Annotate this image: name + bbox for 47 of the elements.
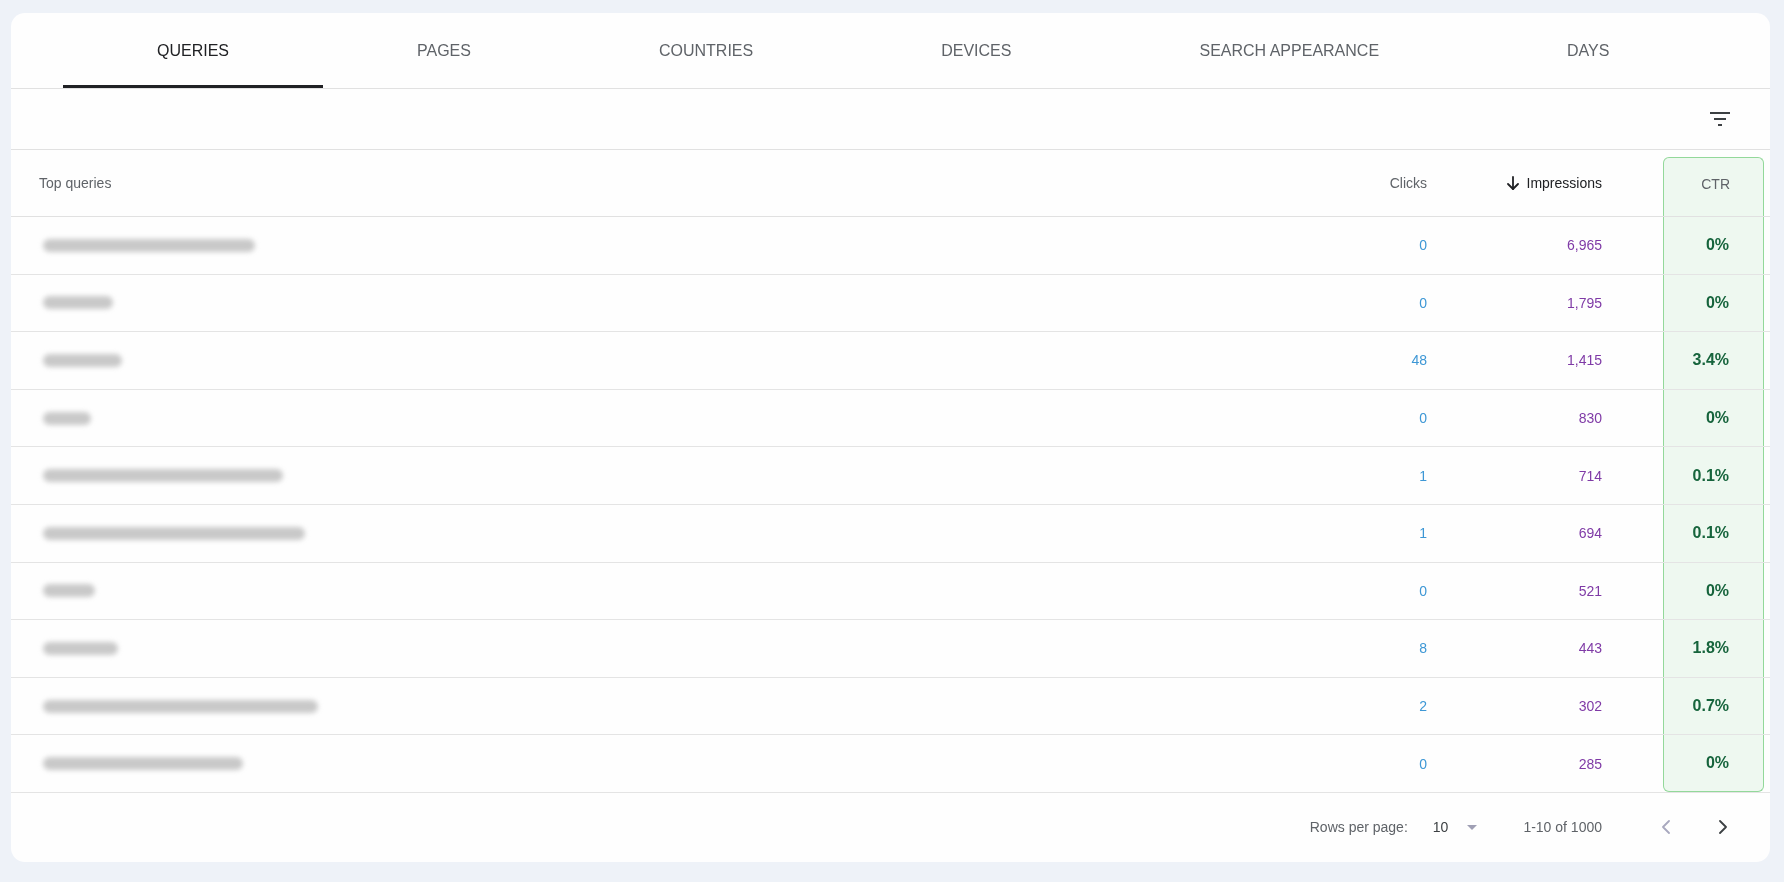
table-cell-text: 1 <box>1418 466 1427 486</box>
table-cell-text: 830 <box>1577 409 1602 429</box>
table-cell-text: 1,415 <box>1565 351 1602 371</box>
table-cell-text: 48 <box>1410 351 1427 371</box>
table-cell: 3.4% <box>1663 332 1764 389</box>
table-cell: 0.1% <box>1663 447 1764 504</box>
table-cell-text: 302 <box>1577 697 1602 717</box>
table-cell-text: 521 <box>1577 581 1602 601</box>
table-cell-text: 0 <box>1418 293 1427 313</box>
tab[interactable]: COUNTRIES <box>564 13 848 88</box>
tab[interactable]: DEVICES <box>847 13 1106 88</box>
table-cell-text: 2 <box>1418 697 1427 717</box>
column-header[interactable]: Impressions <box>1506 150 1602 216</box>
column-header[interactable]: Top queries <box>39 175 112 191</box>
chevron-right-icon[interactable] <box>1719 820 1727 835</box>
rows-per-page-label: Rows per page: <box>1309 819 1408 836</box>
rows-per-page-select[interactable]: 10 <box>1432 819 1478 836</box>
tab[interactable]: DAYS <box>1473 13 1704 88</box>
table-cell: 0.1% <box>1663 504 1764 562</box>
filter-icon[interactable] <box>1710 112 1730 126</box>
table-cell-text: 0 <box>1418 236 1427 256</box>
table-cell-text: 0 <box>1418 409 1427 429</box>
arrow-down-icon <box>1506 176 1519 190</box>
table-cell-text: 8 <box>1418 639 1427 659</box>
table-cell: 0% <box>1663 274 1764 332</box>
table-cell: 0.7% <box>1663 677 1764 735</box>
page-range: 1-10 of 1000 <box>1523 819 1602 836</box>
table-cell: 1.8% <box>1663 620 1764 677</box>
tab[interactable]: QUERIES <box>63 13 323 88</box>
table-cell-text: 0 <box>1418 581 1427 601</box>
table-cell: 0% <box>1663 735 1764 792</box>
table-cell-text: 6,965 <box>1565 236 1602 256</box>
table-cell-text: 1 <box>1418 524 1427 544</box>
caret-icon <box>1467 824 1478 830</box>
table-cell-text: 0 <box>1418 754 1427 774</box>
column-header[interactable]: CTR <box>1663 157 1764 216</box>
table-cell-text: 1,795 <box>1565 293 1602 313</box>
table-cell: 0% <box>1663 217 1764 274</box>
table-cell-text: 714 <box>1577 466 1602 486</box>
tab[interactable]: SEARCH APPEARANCE <box>1105 13 1474 88</box>
table-cell-text: 443 <box>1577 639 1602 659</box>
table-cell: 0% <box>1663 562 1764 620</box>
table-cell-text: 694 <box>1577 524 1602 544</box>
column-header[interactable]: Clicks <box>1389 150 1427 216</box>
table-cell-text: 285 <box>1577 754 1602 774</box>
tab[interactable]: PAGES <box>323 13 565 88</box>
table-cell: 0% <box>1663 389 1764 447</box>
